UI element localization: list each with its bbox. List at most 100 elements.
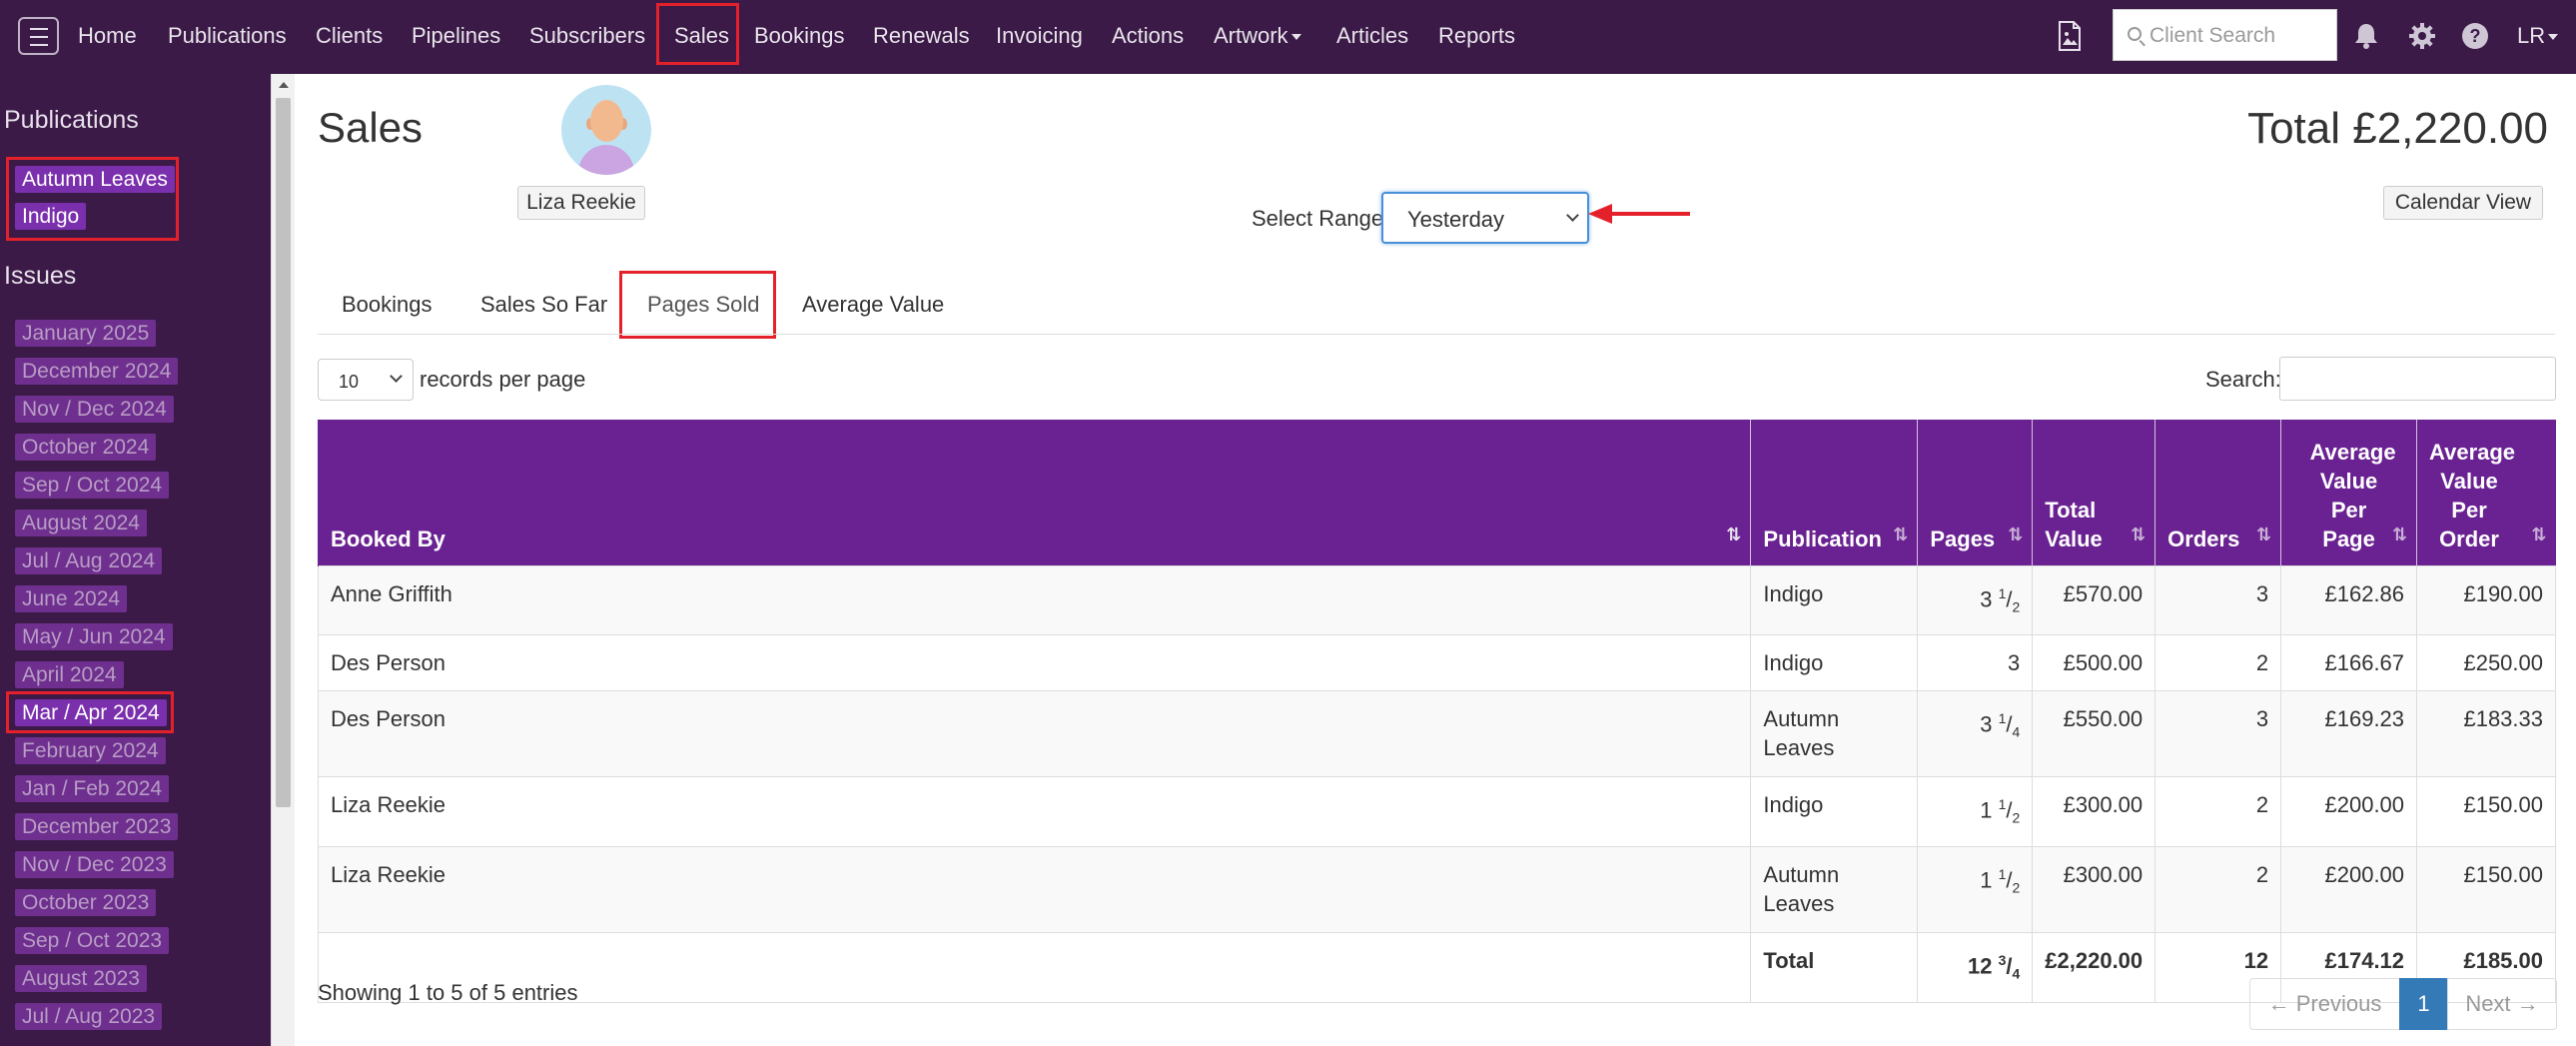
footer-total-label: Total bbox=[1750, 931, 1919, 1003]
tabs-divider bbox=[318, 334, 2555, 335]
issue-item[interactable]: August 2023 bbox=[15, 965, 147, 992]
image-file-icon[interactable] bbox=[2058, 21, 2082, 56]
table-row[interactable]: Liza Reekie Autumn Leaves 1 1/2 £300.00 … bbox=[317, 845, 2556, 933]
issue-item[interactable]: Sep / Oct 2024 bbox=[15, 472, 170, 499]
sales-total: Total £2,220.00 bbox=[2247, 104, 2548, 153]
nav-subscribers[interactable]: Subscribers bbox=[529, 23, 645, 49]
tab-sales-so-far[interactable]: Sales So Far bbox=[480, 292, 607, 318]
issue-item[interactable]: December 2023 bbox=[15, 813, 179, 840]
chevron-down-icon bbox=[390, 370, 403, 383]
table-row[interactable]: Des Person Autumn Leaves 3 1/4 £550.00 3… bbox=[317, 690, 2556, 778]
menu-toggle-button[interactable] bbox=[18, 17, 59, 55]
issue-item[interactable]: Jan / Feb 2024 bbox=[15, 775, 170, 802]
bell-icon[interactable] bbox=[2353, 22, 2379, 55]
pagination-page-1[interactable]: 1 bbox=[2399, 978, 2448, 1030]
cell-avg-per-page: £162.86 bbox=[2280, 564, 2418, 636]
sort-icon: ⇅ bbox=[2531, 523, 2546, 544]
cell-total-value: £570.00 bbox=[2032, 564, 2156, 636]
calendar-view-button[interactable]: Calendar View bbox=[2383, 186, 2543, 220]
nav-reports[interactable]: Reports bbox=[1438, 23, 1515, 49]
cell-publication: Indigo bbox=[1750, 634, 1919, 692]
cell-orders: 2 bbox=[2154, 845, 2282, 933]
nav-pipelines[interactable]: Pipelines bbox=[412, 23, 500, 49]
cell-booked-by: Des Person bbox=[317, 690, 1752, 778]
issue-item[interactable]: Nov / Dec 2023 bbox=[15, 851, 174, 878]
cell-orders: 2 bbox=[2154, 634, 2282, 692]
range-select[interactable]: Yesterday bbox=[1381, 192, 1589, 244]
nav-clients[interactable]: Clients bbox=[316, 23, 383, 49]
sidebar-scrollbar[interactable] bbox=[271, 74, 295, 1046]
col-header-orders[interactable]: Orders ⇅ bbox=[2154, 420, 2281, 565]
nav-artwork-label: Artwork bbox=[1214, 23, 1288, 48]
client-search-input[interactable] bbox=[2149, 23, 2329, 49]
issue-item[interactable]: Nov / Dec 2024 bbox=[15, 396, 174, 423]
nav-articles[interactable]: Articles bbox=[1336, 23, 1408, 49]
nav-actions[interactable]: Actions bbox=[1112, 23, 1184, 49]
issue-item[interactable]: Sep / Oct 2023 bbox=[15, 927, 170, 954]
nav-artwork-dropdown[interactable]: Artwork bbox=[1214, 23, 1301, 49]
issue-item-selected[interactable]: Mar / Apr 2024 bbox=[15, 699, 167, 726]
publication-indigo[interactable]: Indigo bbox=[15, 203, 87, 230]
issue-item[interactable]: April 2024 bbox=[15, 661, 124, 688]
sort-icon: ⇅ bbox=[2256, 523, 2271, 544]
issue-item[interactable]: October 2024 bbox=[15, 434, 157, 461]
issue-item[interactable]: Jul / Aug 2024 bbox=[15, 547, 163, 574]
help-icon[interactable]: ? bbox=[2461, 22, 2489, 55]
table-search-input[interactable] bbox=[2279, 357, 2556, 401]
issue-item[interactable]: June 2024 bbox=[15, 585, 128, 612]
scrollbar-thumb[interactable] bbox=[276, 98, 291, 807]
table-row[interactable]: Anne Griffith Indigo 3 1/2 £570.00 3 £16… bbox=[317, 564, 2556, 636]
sort-icon: ⇅ bbox=[1726, 523, 1741, 544]
nav-publications[interactable]: Publications bbox=[168, 23, 287, 49]
col-header-avg-per-order[interactable]: Average Value Per Order ⇅ bbox=[2416, 420, 2556, 565]
tab-bookings[interactable]: Bookings bbox=[342, 292, 432, 318]
user-name-button[interactable]: Liza Reekie bbox=[517, 186, 645, 220]
sales-highlight-box bbox=[656, 3, 739, 65]
publications-heading: Publications bbox=[4, 106, 139, 134]
issue-item[interactable]: January 2025 bbox=[15, 320, 157, 347]
gear-icon[interactable] bbox=[2408, 22, 2436, 55]
page-length-select[interactable]: 10 bbox=[318, 359, 414, 401]
col-header-publication[interactable]: Publication ⇅ bbox=[1750, 420, 1918, 565]
sort-icon: ⇅ bbox=[2391, 523, 2407, 544]
client-search-box[interactable] bbox=[2113, 9, 2337, 61]
nav-home[interactable]: Home bbox=[78, 23, 137, 49]
range-label: Select Range bbox=[1252, 206, 1384, 231]
pagination-next[interactable]: Next → bbox=[2447, 978, 2557, 1030]
sort-icon: ⇅ bbox=[2008, 523, 2023, 544]
tab-average-value[interactable]: Average Value bbox=[802, 292, 944, 318]
avatar bbox=[561, 85, 651, 175]
search-icon bbox=[2128, 27, 2142, 41]
issue-item[interactable]: May / Jun 2024 bbox=[15, 623, 173, 650]
issue-item[interactable]: October 2023 bbox=[15, 889, 157, 916]
cell-avg-per-order: £150.00 bbox=[2416, 776, 2556, 847]
pages-sold-table: Booked By ⇅ Publication ⇅ Pages ⇅ Total Val… bbox=[317, 420, 2556, 1003]
user-menu-dropdown[interactable]: LR bbox=[2517, 23, 2559, 49]
table-footer-row: Total 12 3/4 £2,220.00 12 £174.12 £185.0… bbox=[317, 931, 2556, 1003]
records-per-page-label: records per page bbox=[420, 367, 586, 392]
issue-item[interactable]: August 2024 bbox=[15, 510, 147, 536]
scroll-up-arrow-icon[interactable] bbox=[279, 82, 289, 88]
cell-avg-per-page: £200.00 bbox=[2280, 776, 2418, 847]
issue-item[interactable]: Jul / Aug 2023 bbox=[15, 1003, 163, 1030]
pagination-previous[interactable]: ← Previous bbox=[2249, 978, 2400, 1030]
col-header-avg-per-page[interactable]: Average Value Per Page ⇅ bbox=[2280, 420, 2417, 565]
nav-renewals[interactable]: Renewals bbox=[873, 23, 970, 49]
footer-total-value: £2,220.00 bbox=[2032, 931, 2156, 1003]
cell-total-value: £300.00 bbox=[2032, 776, 2156, 847]
publication-autumn-leaves[interactable]: Autumn Leaves bbox=[15, 166, 175, 193]
cell-publication: Autumn Leaves bbox=[1750, 845, 1919, 933]
table-row[interactable]: Des Person Indigo 3 £500.00 2 £166.67 £2… bbox=[317, 634, 2556, 692]
col-header-total-value[interactable]: Total Value ⇅ bbox=[2032, 420, 2155, 565]
nav-bookings[interactable]: Bookings bbox=[754, 23, 845, 49]
table-row[interactable]: Liza Reekie Indigo 1 1/2 £300.00 2 £200.… bbox=[317, 776, 2556, 847]
user-initials: LR bbox=[2517, 23, 2546, 48]
nav-invoicing[interactable]: Invoicing bbox=[996, 23, 1083, 49]
cell-pages: 3 1/4 bbox=[1917, 690, 2034, 778]
cell-booked-by: Des Person bbox=[317, 634, 1752, 692]
issue-item[interactable]: February 2024 bbox=[15, 737, 166, 764]
issue-item[interactable]: December 2024 bbox=[15, 358, 179, 385]
col-header-pages[interactable]: Pages ⇅ bbox=[1917, 420, 2033, 565]
caret-down-icon bbox=[2548, 34, 2559, 41]
col-header-booked-by[interactable]: Booked By ⇅ bbox=[317, 420, 1751, 565]
